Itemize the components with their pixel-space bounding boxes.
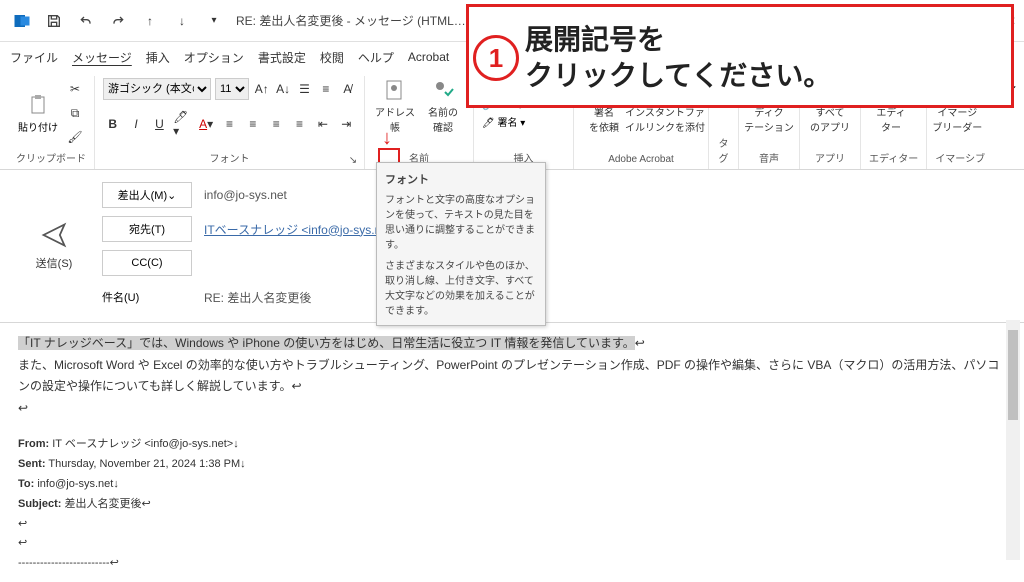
window-title: RE: 差出人名変更後 - メッセージ (HTML… [236,12,466,29]
font-family-select[interactable]: 游ゴシック (本文の [103,78,211,100]
menu-options[interactable]: オプション [184,49,244,66]
cut-icon[interactable]: ✂ [64,78,86,100]
signature-button[interactable]: 🖊 署名 ▾ [482,114,565,129]
address-book-button[interactable]: アドレス帳 [373,78,417,134]
bold-icon[interactable]: B [103,113,122,135]
from-button[interactable]: 差出人(M) ⌄ [102,182,192,208]
from-value: info@jo-sys.net [204,188,287,202]
menu-message[interactable]: メッセージ [72,49,132,66]
font-dialog-launcher-icon[interactable]: ↘ [346,153,360,167]
check-names-button[interactable]: 名前の 確認 [421,78,465,134]
instruction-overlay: 1 展開記号を クリックしてください。 [466,4,1014,108]
tooltip-text-1: フォントと文字の高度なオプションを使って、テキストの見た目を思い通りに調整するこ… [385,191,537,251]
up-arrow-icon[interactable]: ↑ [136,7,164,35]
cc-button[interactable]: CC(C) [102,250,192,276]
justify-icon[interactable]: ≡ [290,113,309,135]
align-right-icon[interactable]: ≡ [267,113,286,135]
body-scrollbar[interactable] [1006,320,1020,560]
increase-font-icon[interactable]: A↑ [253,78,270,100]
instruction-text: 展開記号を クリックしてください。 [525,22,831,95]
group-label-tag: タグ [717,133,730,167]
italic-icon[interactable]: I [126,113,145,135]
font-tooltip: フォント フォントと文字の高度なオプションを使って、テキストの見た目を思い通りに… [376,162,546,326]
paste-button[interactable]: 貼り付け [16,85,60,141]
to-button[interactable]: 宛先(T) [102,216,192,242]
menu-format[interactable]: 書式設定 [258,49,306,66]
group-label-clipboard: クリップボード [16,148,86,167]
group-label-font: フォント [210,154,250,165]
font-color-icon[interactable]: A ▾ [196,113,215,135]
menu-help[interactable]: ヘルプ [358,49,394,66]
copy-icon[interactable]: ⧉ [64,102,86,124]
down-arrow-icon[interactable]: ↓ [168,7,196,35]
to-value[interactable]: ITベースナレッジ <info@jo-sys.net> [204,221,398,238]
tooltip-title: フォント [385,171,537,187]
group-names: アドレス帳 名前の 確認 名前 [365,76,474,169]
group-label-voice: 音声 [747,148,791,167]
decrease-font-icon[interactable]: A↓ [274,78,291,100]
font-size-select[interactable]: 11 [215,78,249,100]
align-left-icon[interactable]: ≡ [220,113,239,135]
numbering-icon[interactable]: ≡ [317,78,334,100]
outlook-icon [8,7,36,35]
group-label-immersive: イマーシブ [935,148,985,167]
qat-dropdown-icon[interactable]: ▾ [200,7,228,35]
group-label-app: アプリ [808,148,852,167]
menu-review[interactable]: 校閲 [320,49,344,66]
undo-icon[interactable] [72,7,100,35]
menu-file[interactable]: ファイル [10,49,58,66]
group-clipboard: 貼り付け ✂ ⧉ 🖌 クリップボード [8,76,95,169]
subject-label: 件名(U) [102,284,192,310]
body-line-2: また、Microsoft Word や Excel の効率的な使い方やトラブルシ… [18,358,999,394]
send-button[interactable]: 送信(S) [18,182,90,310]
menu-insert[interactable]: 挿入 [146,49,170,66]
redo-icon[interactable] [104,7,132,35]
step-number-badge: 1 [473,35,519,81]
underline-icon[interactable]: U [150,113,169,135]
align-center-icon[interactable]: ≡ [243,113,262,135]
message-body[interactable]: 「IT ナレッジベース」では、Windows や iPhone の使い方をはじめ… [0,322,1024,582]
scrollbar-thumb[interactable] [1008,330,1018,420]
tooltip-text-2: さまざまなスタイルや色のほか、取り消し線、上付き文字、すべて大文字などの効果を加… [385,257,537,317]
quoted-header: From: IT ベースナレッジ <info@jo-sys.net>↓ Sent… [18,435,1006,574]
subject-value[interactable]: RE: 差出人名変更後 [204,289,311,306]
highlight-icon[interactable]: 🖊 ▾ [173,113,192,135]
menu-acrobat[interactable]: Acrobat [408,50,449,64]
indent-dec-icon[interactable]: ⇤ [313,113,332,135]
bullets-icon[interactable]: ☰ [296,78,313,100]
group-label-acrobat: Adobe Acrobat [582,152,700,167]
group-font: 游ゴシック (本文の 11 A↑ A↓ ☰ ≡ A̸ B I U 🖊 ▾ A ▾… [95,76,365,169]
body-line-1: 「IT ナレッジベース」では、Windows や iPhone の使い方をはじめ… [18,336,635,350]
format-painter-icon[interactable]: 🖌 [64,126,86,148]
group-label-editor: エディター [869,148,918,167]
clear-format-icon[interactable]: A̸ [339,78,356,100]
indent-inc-icon[interactable]: ⇥ [337,113,356,135]
save-icon[interactable] [40,7,68,35]
